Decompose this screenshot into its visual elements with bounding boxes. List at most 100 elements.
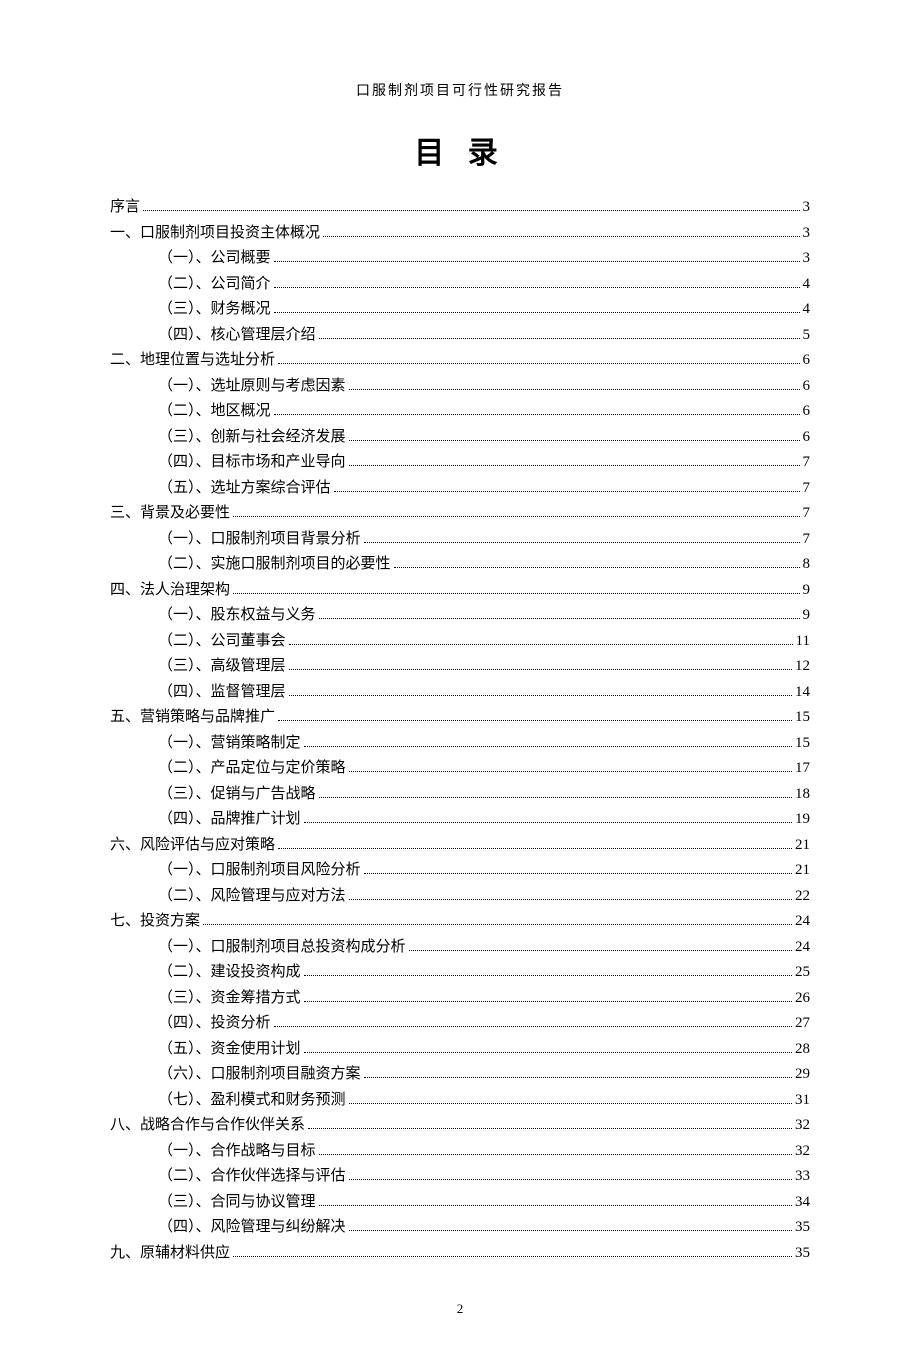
toc-entry: （三）、资金筹措方式26	[110, 991, 810, 1006]
toc-dots	[323, 236, 799, 237]
toc-entry-label: （三）、财务概况	[158, 302, 271, 317]
toc-entry: （二）、产品定位与定价策略17	[110, 761, 810, 776]
toc-dots	[289, 644, 793, 645]
toc-entry-page: 9	[803, 608, 811, 623]
toc-entry-label: （一）、股东权益与义务	[158, 608, 316, 623]
toc-entry-page: 19	[795, 812, 810, 827]
toc-dots	[349, 440, 800, 441]
toc-entry-label: （四）、品牌推广计划	[158, 812, 301, 827]
toc-entry-label: （一）、营销策略制定	[158, 736, 301, 751]
toc-entry: （三）、财务概况 4	[110, 302, 810, 317]
toc-dots	[278, 363, 799, 364]
toc-dots	[319, 797, 792, 798]
toc-entry: 一、口服制剂项目投资主体概况3	[110, 226, 810, 241]
toc-entry: （一）、合作战略与目标 32	[110, 1144, 810, 1159]
toc-entry-label: （三）、创新与社会经济发展	[158, 430, 346, 445]
toc-entry-label: （二）、建设投资构成	[158, 965, 301, 980]
toc-entry-page: 28	[795, 1042, 810, 1057]
toc-entry-page: 7	[803, 455, 811, 470]
toc-entry-page: 32	[795, 1144, 810, 1159]
toc-entry: （二）、公司董事会11	[110, 634, 810, 649]
toc-entry-label: 七、投资方案	[110, 914, 200, 929]
toc-dots	[274, 261, 800, 262]
toc-entry: （三）、高级管理层12	[110, 659, 810, 674]
toc-entry-label: （四）、目标市场和产业导向	[158, 455, 346, 470]
toc-entry: （二）、公司简介4	[110, 277, 810, 292]
toc-entry-page: 17	[795, 761, 810, 776]
toc-entry-label: （四）、风险管理与纠纷解决	[158, 1220, 346, 1235]
toc-entry: （三）、创新与社会经济发展6	[110, 430, 810, 445]
toc-entry-label: （四）、投资分析	[158, 1016, 271, 1031]
toc-entry: （四）、风险管理与纠纷解决35	[110, 1220, 810, 1235]
toc-entry-page: 35	[795, 1246, 810, 1261]
toc-entry-page: 5	[803, 328, 811, 343]
page-number: 2	[110, 1301, 810, 1317]
toc-dots	[274, 414, 800, 415]
toc-entry-label: （二）、公司董事会	[158, 634, 286, 649]
toc-entry-label: （五）、选址方案综合评估	[158, 481, 331, 496]
toc-entry-page: 3	[803, 226, 811, 241]
toc-dots	[289, 695, 792, 696]
toc-entry: 四、法人治理架构9	[110, 583, 810, 598]
table-of-contents: 序言3一、口服制剂项目投资主体概况3（一）、公司概要3（二）、公司简介4（三）、…	[110, 200, 810, 1261]
toc-entry-page: 21	[795, 863, 810, 878]
toc-dots	[349, 771, 792, 772]
toc-entry-label: 三、背景及必要性	[110, 506, 230, 521]
toc-entry-page: 18	[795, 787, 810, 802]
toc-entry: （一）、公司概要3	[110, 251, 810, 266]
main-title: 目 录	[110, 128, 810, 172]
toc-entry: 五、营销策略与品牌推广15	[110, 710, 810, 725]
toc-dots	[319, 1154, 792, 1155]
toc-dots	[289, 669, 792, 670]
toc-dots	[304, 746, 792, 747]
toc-entry-label: （一）、口服制剂项目风险分析	[158, 863, 361, 878]
toc-entry: （四）、核心管理层介绍5	[110, 328, 810, 343]
toc-entry-page: 29	[795, 1067, 810, 1082]
toc-dots	[349, 389, 800, 390]
toc-dots	[274, 287, 800, 288]
toc-entry: 六、风险评估与应对策略21	[110, 838, 810, 853]
toc-entry-label: （二）、合作伙伴选择与评估	[158, 1169, 346, 1184]
toc-entry-page: 32	[795, 1118, 810, 1133]
toc-entry-label: （七）、盈利模式和财务预测	[158, 1093, 346, 1108]
toc-entry: 七、投资方案24	[110, 914, 810, 929]
toc-dots	[233, 593, 799, 594]
toc-entry-page: 7	[803, 481, 811, 496]
toc-entry: （四）、监督管理层14	[110, 685, 810, 700]
toc-entry-label: （一）、公司概要	[158, 251, 271, 266]
toc-entry-page: 9	[803, 583, 811, 598]
toc-entry-page: 8	[803, 557, 811, 572]
toc-entry: 序言 3	[110, 200, 810, 215]
toc-dots	[143, 210, 799, 211]
toc-entry: （二）、风险管理与应对方法22	[110, 889, 810, 904]
toc-dots	[274, 312, 800, 313]
toc-dots	[233, 1256, 792, 1257]
toc-dots	[203, 924, 792, 925]
toc-entry-page: 7	[803, 506, 811, 521]
toc-entry-label: 二、地理位置与选址分析	[110, 353, 275, 368]
toc-dots	[349, 899, 792, 900]
toc-entry-page: 4	[803, 302, 811, 317]
toc-entry: （四）、目标市场和产业导向 7	[110, 455, 810, 470]
toc-dots	[364, 873, 792, 874]
toc-entry-page: 3	[803, 200, 811, 215]
toc-entry: （一）、口服制剂项目背景分析7	[110, 532, 810, 547]
toc-entry-page: 27	[795, 1016, 810, 1031]
toc-entry: （一）、选址原则与考虑因素6	[110, 379, 810, 394]
toc-dots	[308, 1128, 792, 1129]
toc-entry: （二）、建设投资构成 25	[110, 965, 810, 980]
toc-entry-page: 15	[795, 736, 810, 751]
toc-entry-page: 4	[803, 277, 811, 292]
toc-entry: （三）、合同与协议管理34	[110, 1195, 810, 1210]
toc-dots	[319, 618, 800, 619]
toc-dots	[304, 975, 792, 976]
toc-entry-label: （三）、资金筹措方式	[158, 991, 301, 1006]
toc-entry-page: 25	[795, 965, 810, 980]
toc-entry: （二）、地区概况6	[110, 404, 810, 419]
toc-entry-page: 22	[795, 889, 810, 904]
toc-dots	[394, 567, 800, 568]
toc-entry-label: 序言	[110, 200, 140, 215]
toc-dots	[304, 822, 792, 823]
toc-entry-label: （一）、合作战略与目标	[158, 1144, 316, 1159]
toc-entry: （七）、盈利模式和财务预测31	[110, 1093, 810, 1108]
